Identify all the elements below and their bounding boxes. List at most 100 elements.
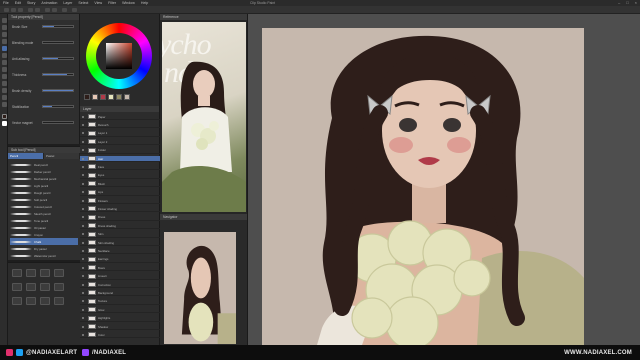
visibility-eye-icon[interactable] <box>82 149 84 152</box>
quick-action-button[interactable] <box>54 283 64 291</box>
visibility-eye-icon[interactable] <box>82 266 84 269</box>
quick-action-button[interactable] <box>12 297 22 305</box>
brush-list-item[interactable]: Dry pastel <box>10 245 78 252</box>
text-tool-icon[interactable] <box>1 102 7 107</box>
layer-row[interactable]: Skin <box>80 231 160 238</box>
visibility-eye-icon[interactable] <box>82 165 84 168</box>
main-color-swatch[interactable] <box>1 114 7 119</box>
visibility-eye-icon[interactable] <box>82 157 84 160</box>
visibility-eye-icon[interactable] <box>82 275 84 278</box>
layer-row[interactable]: Texture <box>80 298 160 305</box>
layer-row[interactable]: Eyes <box>80 172 160 179</box>
quick-action-button[interactable] <box>54 297 64 305</box>
visibility-eye-icon[interactable] <box>82 174 84 177</box>
layer-row[interactable]: Skin shading <box>80 240 160 246</box>
blend-tool-icon[interactable] <box>1 74 7 79</box>
brush-list-item[interactable]: Mechanical pencil <box>10 175 78 182</box>
visibility-eye-icon[interactable] <box>82 140 84 143</box>
layer-row[interactable]: Necklace <box>80 248 160 255</box>
pencil-tool-icon[interactable] <box>1 46 7 51</box>
layer-row[interactable]: Lips <box>80 189 160 196</box>
brush-list-item[interactable]: Colored pencil <box>10 203 78 210</box>
color-swatch[interactable] <box>92 94 98 100</box>
layer-row[interactable]: Retouch <box>80 122 160 129</box>
property-slider[interactable] <box>42 89 74 92</box>
save-icon[interactable] <box>18 8 23 12</box>
visibility-eye-icon[interactable] <box>82 300 84 303</box>
visibility-eye-icon[interactable] <box>82 182 84 185</box>
property-slider[interactable] <box>42 41 74 44</box>
layer-row[interactable]: Paper <box>80 114 160 120</box>
property-slider[interactable] <box>42 121 74 124</box>
quick-action-button[interactable] <box>40 269 50 277</box>
drawing-canvas[interactable] <box>262 28 584 345</box>
visibility-eye-icon[interactable] <box>82 325 84 328</box>
fill-tool-icon[interactable] <box>1 81 7 86</box>
visibility-eye-icon[interactable] <box>82 233 84 236</box>
visibility-eye-icon[interactable] <box>82 283 84 286</box>
tab-sub-tool[interactable]: Pencil <box>8 153 44 159</box>
layer-row[interactable]: Hair <box>80 156 160 162</box>
layer-row[interactable]: Folder <box>80 147 160 154</box>
brush-list-item[interactable]: Real pencil <box>10 161 78 168</box>
layer-row[interactable]: Color <box>80 332 160 339</box>
layer-row[interactable]: Background <box>80 290 160 297</box>
color-swatch[interactable] <box>108 94 114 100</box>
brush-list-item[interactable]: Light pencil <box>10 182 78 189</box>
tab-sub-tool[interactable]: Pastel <box>44 153 80 159</box>
gradient-tool-icon[interactable] <box>1 88 7 93</box>
layer-row[interactable]: Layer 2 <box>80 139 160 146</box>
brush-tool-icon[interactable] <box>1 53 7 58</box>
visibility-eye-icon[interactable] <box>82 199 84 202</box>
color-swatch[interactable] <box>116 94 122 100</box>
layer-row[interactable]: Bows <box>80 265 160 272</box>
brush-list-item[interactable]: Watercolor pencil <box>10 252 78 259</box>
visibility-eye-icon[interactable] <box>82 224 84 227</box>
brush-list-item[interactable]: Oil pastel <box>10 224 78 231</box>
brush-list-item[interactable]: Chalk <box>10 238 78 245</box>
quick-action-button[interactable] <box>12 269 22 277</box>
quick-action-button[interactable] <box>26 283 36 291</box>
layer-row[interactable]: Earrings <box>80 256 160 263</box>
layer-row[interactable]: Dress <box>80 214 160 221</box>
color-wheel[interactable] <box>86 23 152 89</box>
visibility-eye-icon[interactable] <box>82 317 84 320</box>
fill-icon[interactable] <box>52 8 57 12</box>
layer-row[interactable]: Glow <box>80 307 160 314</box>
quick-action-button[interactable] <box>26 297 36 305</box>
quick-action-button[interactable] <box>54 269 64 277</box>
layer-row[interactable]: Flowers <box>80 198 160 204</box>
eraser-tool-icon[interactable] <box>1 67 7 72</box>
redo-icon[interactable] <box>35 8 40 12</box>
quick-action-button[interactable] <box>26 269 36 277</box>
brush-list-item[interactable]: Sketch pencil <box>10 210 78 217</box>
visibility-eye-icon[interactable] <box>82 333 84 336</box>
layer-row[interactable]: Blush <box>80 181 160 188</box>
layer-row[interactable]: Lineart <box>80 273 160 280</box>
property-slider[interactable] <box>42 25 74 28</box>
layer-row[interactable]: Correction <box>80 282 160 288</box>
clear-icon[interactable] <box>45 8 50 12</box>
visibility-eye-icon[interactable] <box>82 258 84 261</box>
brush-list-item[interactable]: Rough pencil <box>10 189 78 196</box>
visibility-eye-icon[interactable] <box>82 308 84 311</box>
layer-row[interactable]: Flower shading <box>80 206 160 213</box>
open-file-icon[interactable] <box>11 8 16 12</box>
visibility-eye-icon[interactable] <box>82 123 84 126</box>
visibility-eye-icon[interactable] <box>82 191 84 194</box>
sub-color-swatch[interactable] <box>1 121 7 126</box>
brush-list-item[interactable]: Tone pencil <box>10 217 78 224</box>
navigator-thumbnail[interactable] <box>164 232 236 344</box>
visibility-eye-icon[interactable] <box>82 291 84 294</box>
select-tool-icon[interactable] <box>1 32 7 37</box>
transform-icon[interactable] <box>62 8 67 12</box>
layer-row[interactable]: Layer 1 <box>80 130 160 137</box>
property-slider[interactable] <box>42 73 74 76</box>
layer-row[interactable]: Highlights <box>80 315 160 322</box>
layer-row[interactable]: Face <box>80 164 160 171</box>
visibility-eye-icon[interactable] <box>82 207 84 210</box>
property-slider[interactable] <box>42 57 74 60</box>
snap-icon[interactable] <box>72 8 77 12</box>
visibility-eye-icon[interactable] <box>82 132 84 135</box>
brush-list-item[interactable]: Darker pencil <box>10 168 78 175</box>
